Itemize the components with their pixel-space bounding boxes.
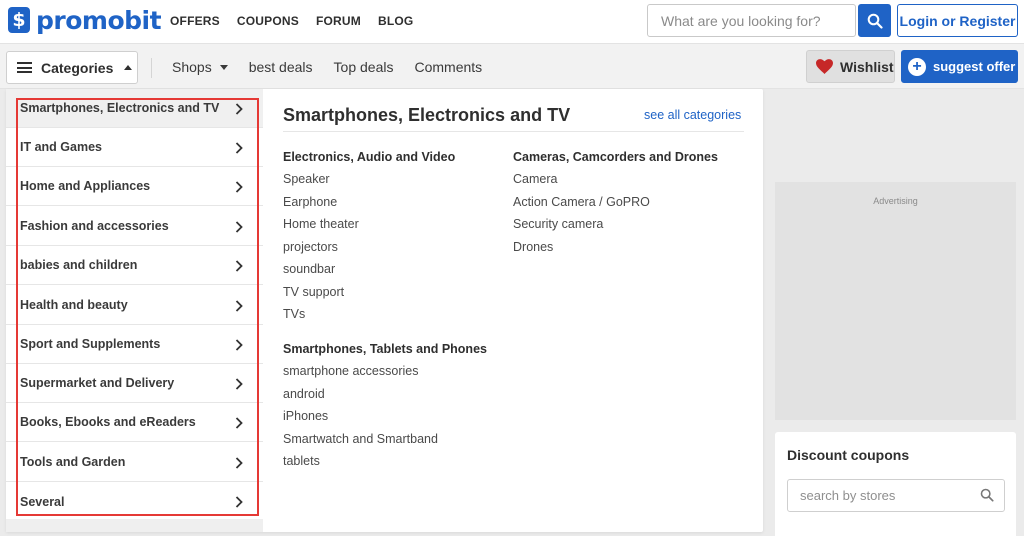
- suggest-offer-label: suggest offer: [933, 59, 1016, 74]
- group-title[interactable]: Smartphones, Tablets and Phones: [283, 342, 487, 364]
- suggest-offer-button[interactable]: + suggest offer: [901, 50, 1018, 83]
- subcategory-link[interactable]: Drones: [513, 240, 718, 263]
- category-label: Fashion and accessories: [20, 219, 169, 233]
- top-deals-link[interactable]: Top deals: [334, 59, 394, 75]
- category-item-babies-children[interactable]: babies and children: [6, 246, 263, 285]
- subcategory-group-cameras-camcorders-drones: Cameras, Camcorders and Drones Camera Ac…: [513, 150, 718, 262]
- category-label: Smartphones, Electronics and TV: [20, 101, 220, 115]
- category-label: Home and Appliances: [20, 179, 151, 193]
- chevron-right-icon: [235, 221, 243, 233]
- category-list-footer: [6, 519, 263, 532]
- categories-mega-menu: Smartphones, Electronics and TV IT and G…: [6, 89, 763, 532]
- category-label: Tools and Garden: [20, 455, 126, 469]
- nav-blog[interactable]: BLOG: [378, 14, 413, 28]
- subcategory-link[interactable]: Speaker: [283, 172, 455, 195]
- nav-divider: [151, 58, 152, 78]
- subcategory-link[interactable]: TV support: [283, 285, 455, 308]
- subcategory-link[interactable]: projectors: [283, 240, 455, 263]
- subcategory-panel-title: Smartphones, Electronics and TV: [283, 105, 571, 125]
- chevron-right-icon: [235, 142, 243, 154]
- category-item-it-games[interactable]: IT and Games: [6, 128, 263, 167]
- subcategory-group-electronics-audio-video: Electronics, Audio and Video Speaker Ear…: [283, 150, 455, 330]
- see-all-categories-link[interactable]: see all categories: [644, 108, 741, 122]
- caret-up-icon: [124, 65, 133, 70]
- category-label: babies and children: [20, 258, 138, 272]
- sub-nav: Categories Shops best deals Top deals Co…: [0, 44, 1024, 89]
- chevron-right-icon: [235, 300, 243, 312]
- category-item-supermarket-delivery[interactable]: Supermarket and Delivery: [6, 364, 263, 403]
- discount-coupons-card: Discount coupons: [775, 432, 1016, 536]
- subcategory-link[interactable]: soundbar: [283, 262, 455, 285]
- caret-down-icon: [219, 64, 228, 70]
- category-list: Smartphones, Electronics and TV IT and G…: [6, 89, 263, 532]
- category-item-books-ebooks-ereaders[interactable]: Books, Ebooks and eReaders: [6, 403, 263, 442]
- heart-icon: [816, 59, 833, 74]
- category-label: Books, Ebooks and eReaders: [20, 415, 196, 429]
- subcategory-link[interactable]: android: [283, 387, 487, 410]
- panel-divider: [283, 131, 744, 132]
- top-header: $ promobit OFFERS COUPONS FORUM BLOG Log…: [0, 0, 1024, 44]
- sub-nav-links: Shops best deals Top deals Comments: [172, 59, 503, 75]
- plus-circle-icon: +: [908, 57, 926, 76]
- chevron-right-icon: [235, 378, 243, 390]
- category-label: Sport and Supplements: [20, 337, 161, 351]
- promobit-logo[interactable]: $ promobit: [8, 5, 162, 35]
- comments-link[interactable]: Comments: [414, 59, 482, 75]
- shops-dropdown[interactable]: Shops: [172, 59, 228, 75]
- best-deals-link[interactable]: best deals: [249, 59, 313, 75]
- subcategory-group-smartphones-tablets-phones: Smartphones, Tablets and Phones smartpho…: [283, 342, 487, 477]
- subcategory-link[interactable]: tablets: [283, 454, 487, 477]
- subcategory-link[interactable]: TVs: [283, 307, 455, 330]
- login-register-button[interactable]: Login or Register: [897, 4, 1018, 37]
- advertising-label: Advertising: [873, 196, 918, 206]
- chevron-right-icon: [235, 103, 243, 115]
- hamburger-icon: [17, 62, 32, 73]
- subcategory-link[interactable]: Camera: [513, 172, 718, 195]
- subcategory-link[interactable]: Earphone: [283, 195, 455, 218]
- category-item-sport-supplements[interactable]: Sport and Supplements: [6, 325, 263, 364]
- category-label: Several: [20, 494, 65, 509]
- subcategory-link[interactable]: Security camera: [513, 217, 718, 240]
- search-button[interactable]: [858, 4, 891, 37]
- search-icon: [867, 13, 883, 29]
- category-label: Health and beauty: [20, 298, 128, 312]
- chevron-right-icon: [235, 496, 243, 508]
- nav-coupons[interactable]: COUPONS: [237, 14, 299, 28]
- search-input[interactable]: [647, 4, 856, 37]
- advertising-box: Advertising: [775, 182, 1016, 420]
- category-item-several[interactable]: Several: [6, 482, 263, 521]
- chevron-right-icon: [235, 417, 243, 429]
- subcategory-link[interactable]: Action Camera / GoPRO: [513, 195, 718, 218]
- store-search-input[interactable]: [787, 479, 1005, 512]
- search-icon[interactable]: [980, 488, 994, 502]
- wishlist-button[interactable]: Wishlist: [806, 50, 895, 83]
- chevron-right-icon: [235, 457, 243, 469]
- category-item-smartphones-electronics-tv[interactable]: Smartphones, Electronics and TV: [6, 89, 263, 128]
- category-item-health-beauty[interactable]: Health and beauty: [6, 286, 263, 325]
- group-title[interactable]: Cameras, Camcorders and Drones: [513, 150, 718, 172]
- category-item-fashion-accessories[interactable]: Fashion and accessories: [6, 207, 263, 246]
- category-label: Supermarket and Delivery: [20, 376, 175, 390]
- chevron-right-icon: [235, 339, 243, 351]
- chevron-right-icon: [235, 260, 243, 272]
- nav-offers[interactable]: OFFERS: [170, 14, 220, 28]
- categories-button[interactable]: Categories: [6, 51, 138, 84]
- chevron-right-icon: [235, 181, 243, 193]
- subcategory-link[interactable]: Home theater: [283, 217, 455, 240]
- discount-coupons-title: Discount coupons: [787, 447, 910, 463]
- category-item-home-appliances[interactable]: Home and Appliances: [6, 167, 263, 206]
- category-item-tools-garden[interactable]: Tools and Garden: [6, 443, 263, 482]
- shops-label: Shops: [172, 59, 212, 75]
- dollar-logo-icon: $: [8, 7, 30, 33]
- categories-label: Categories: [41, 59, 114, 76]
- nav-forum[interactable]: FORUM: [316, 14, 361, 28]
- subcategory-link[interactable]: Smartwatch and Smartband: [283, 432, 487, 455]
- category-label: IT and Games: [20, 140, 102, 154]
- logo-text: promobit: [36, 5, 162, 35]
- subcategory-link[interactable]: smartphone accessories: [283, 364, 487, 387]
- main-nav: OFFERS COUPONS FORUM BLOG: [170, 14, 430, 28]
- group-title[interactable]: Electronics, Audio and Video: [283, 150, 455, 172]
- subcategory-link[interactable]: iPhones: [283, 409, 487, 432]
- wishlist-label: Wishlist: [840, 58, 894, 75]
